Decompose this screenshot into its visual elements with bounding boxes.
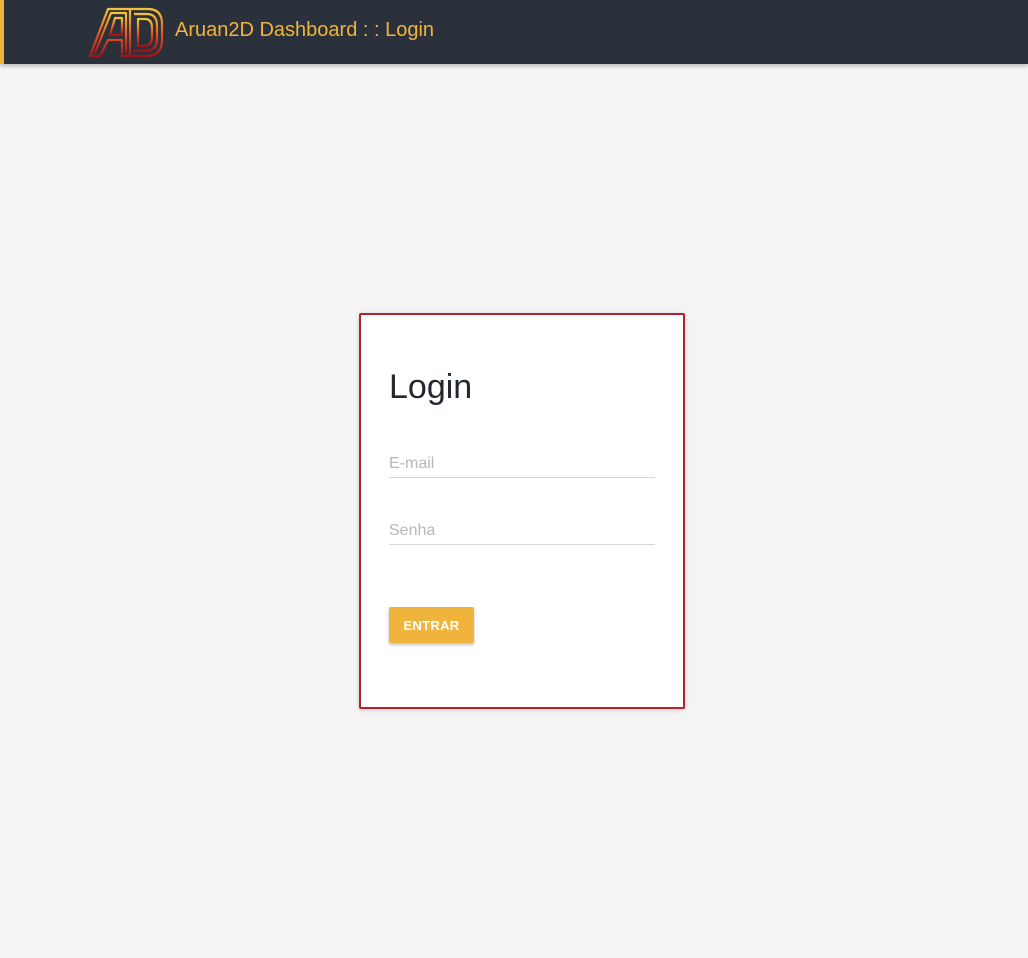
ad-monogram-logo-icon[interactable] xyxy=(86,6,164,58)
email-field[interactable] xyxy=(389,450,655,478)
top-app-bar: Aruan2D Dashboard : : Login xyxy=(0,0,1028,64)
login-card: Login ENTRAR xyxy=(359,313,685,709)
password-field[interactable] xyxy=(389,517,655,545)
app-title: Aruan2D Dashboard : : Login xyxy=(175,19,435,41)
login-submit-button[interactable]: ENTRAR xyxy=(389,607,474,643)
login-heading: Login xyxy=(389,368,473,406)
